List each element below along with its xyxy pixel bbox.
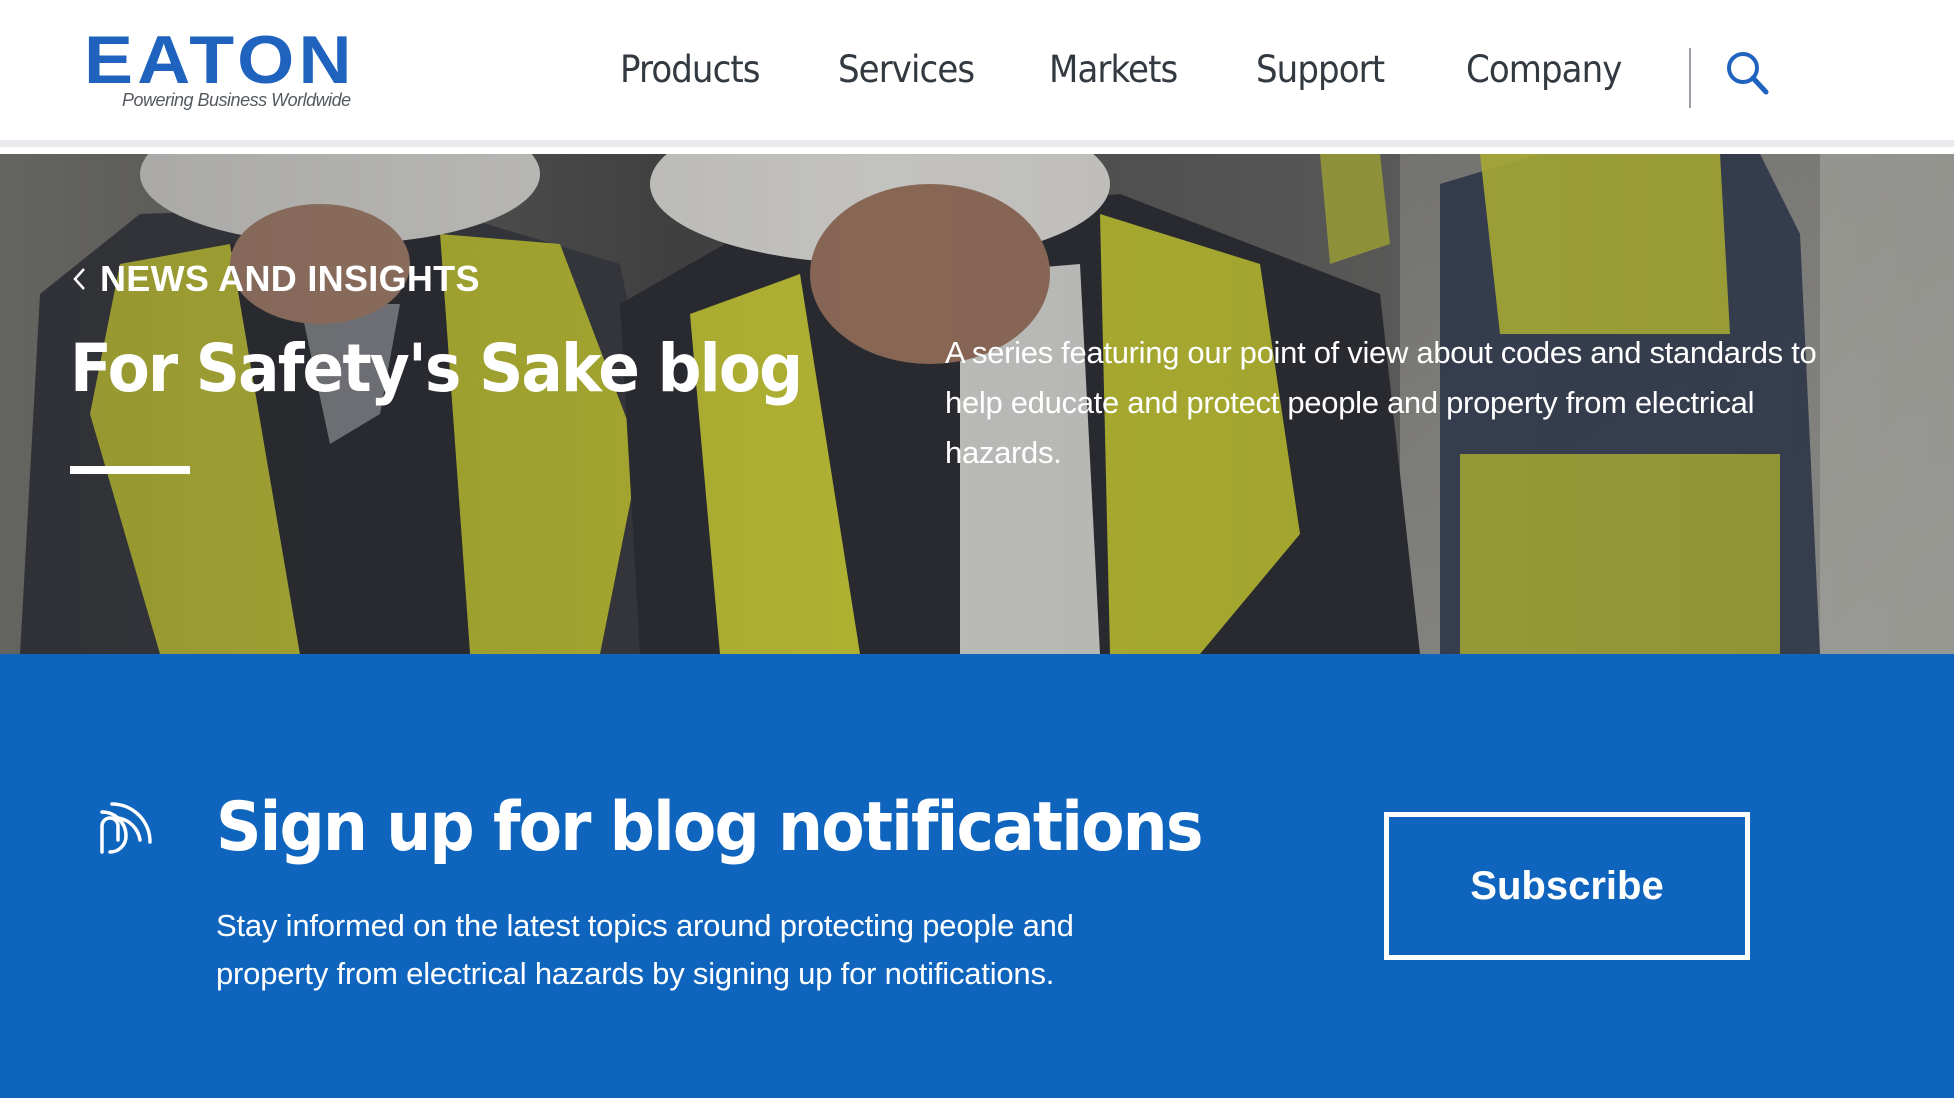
nav-divider [1689, 48, 1691, 108]
subscribe-button[interactable]: Subscribe [1384, 812, 1750, 960]
logo-tagline: Powering Business Worldwide [122, 90, 351, 110]
site-header: EATON Powering Business Worldwide Produc… [0, 0, 1954, 147]
hero-description: A series featuring our point of view abo… [945, 335, 1817, 470]
page-title: For Safety's Sake blog [70, 330, 803, 407]
search-icon [1727, 52, 1769, 95]
search-button[interactable] [1724, 50, 1770, 96]
nav-services[interactable]: Services [838, 48, 975, 91]
eaton-logo[interactable]: EATON Powering Business Worldwide [84, 26, 352, 116]
nav-company[interactable]: Company [1466, 48, 1622, 91]
feed-icon [100, 802, 152, 854]
breadcrumb-back-link[interactable]: NEWS AND INSIGHTS [72, 258, 480, 300]
logo-wordmark: EATON [84, 22, 356, 98]
signup-section: Sign up for blog notifications Stay info… [0, 654, 1954, 1098]
nav-markets[interactable]: Markets [1049, 48, 1178, 91]
signup-title: Sign up for blog notifications [216, 788, 1203, 867]
chevron-left-icon [73, 268, 85, 290]
nav-support[interactable]: Support [1256, 48, 1385, 91]
signup-description: Stay informed on the latest topics aroun… [216, 908, 1074, 991]
hero-banner: NEWS AND INSIGHTS For Safety's Sake blog… [0, 154, 1954, 654]
title-underline [70, 466, 190, 474]
nav-products[interactable]: Products [620, 48, 761, 91]
breadcrumb-label: NEWS AND INSIGHTS [100, 258, 480, 299]
